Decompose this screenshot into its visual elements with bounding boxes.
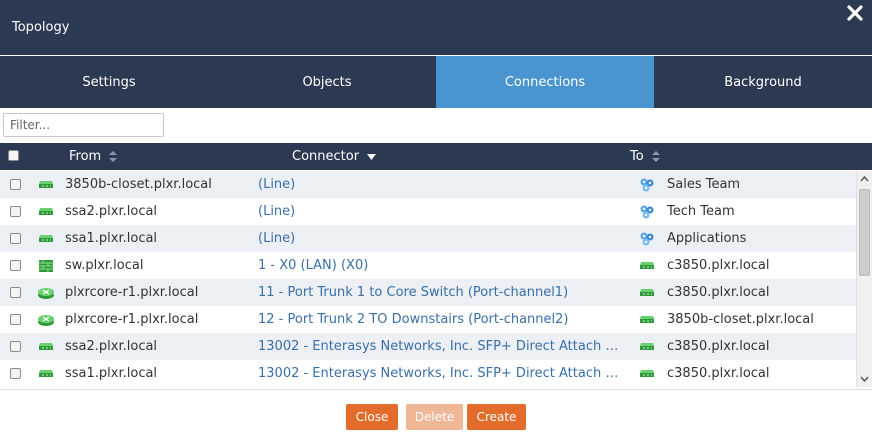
- column-header-from[interactable]: From: [69, 149, 118, 164]
- from-device: plxrcore-r1.plxr.local: [65, 312, 199, 327]
- connector-link[interactable]: 13002 - Enterasys Networks, Inc. SFP+ Di…: [258, 366, 626, 381]
- column-header-connector[interactable]: Connector: [292, 149, 377, 164]
- switch-icon: [37, 339, 55, 355]
- sort-icon: [109, 151, 118, 162]
- table-row[interactable]: ssa2.plxr.local 13002 - Enterasys Network…: [0, 333, 856, 360]
- row-checkbox[interactable]: [10, 287, 21, 298]
- table-row[interactable]: ssa1.plxr.local (Line) Applications: [0, 225, 856, 252]
- switch-icon: [37, 231, 55, 247]
- group-icon: [638, 177, 656, 193]
- footer-divider: [0, 389, 872, 390]
- table-row[interactable]: plxrcore-r1.plxr.local 12 - Port Trunk 2 …: [0, 306, 856, 333]
- from-device: ssa1.plxr.local: [65, 366, 158, 381]
- table-header: From Connector To: [0, 143, 872, 170]
- connector-link[interactable]: 13002 - Enterasys Networks, Inc. SFP+ Di…: [258, 339, 626, 354]
- switch-icon: [37, 366, 55, 382]
- column-label: From: [69, 149, 102, 164]
- to-device: c3850.plxr.local: [667, 258, 770, 273]
- scrollbar-thumb[interactable]: [859, 189, 870, 276]
- tab-settings[interactable]: Settings: [0, 56, 218, 108]
- filter-input[interactable]: [3, 113, 164, 137]
- delete-button[interactable]: Delete: [406, 404, 463, 430]
- scrollbar[interactable]: [856, 171, 872, 387]
- switch-icon: [37, 204, 55, 220]
- switch-icon: [37, 177, 55, 193]
- close-icon[interactable]: [844, 2, 866, 24]
- to-device: Applications: [667, 231, 747, 246]
- switch-icon: [638, 312, 656, 328]
- scroll-up-icon[interactable]: [860, 175, 869, 184]
- tab-label: Connections: [504, 74, 586, 90]
- to-device: c3850.plxr.local: [667, 285, 770, 300]
- to-device: 3850b-closet.plxr.local: [667, 312, 814, 327]
- column-label: To: [630, 149, 644, 164]
- from-device: ssa2.plxr.local: [65, 204, 158, 219]
- close-button[interactable]: Close: [346, 404, 398, 430]
- to-device: Tech Team: [667, 204, 735, 219]
- title-bar: Topology: [0, 0, 872, 55]
- to-device: Sales Team: [667, 177, 741, 192]
- table-row[interactable]: ssa1.plxr.local 13002 - Enterasys Network…: [0, 360, 856, 387]
- from-device: sw.plxr.local: [65, 258, 144, 273]
- switch-icon: [638, 339, 656, 355]
- sort-icon: [651, 151, 660, 162]
- scroll-down-icon[interactable]: [860, 374, 869, 383]
- to-device: c3850.plxr.local: [667, 339, 770, 354]
- router-icon: [37, 312, 55, 328]
- row-checkbox[interactable]: [10, 368, 21, 379]
- connector-link[interactable]: (Line): [258, 177, 626, 192]
- tab-background[interactable]: Background: [654, 56, 872, 108]
- tab-connections[interactable]: Connections: [436, 56, 654, 108]
- router-icon: [37, 285, 55, 301]
- create-button[interactable]: Create: [467, 404, 526, 430]
- from-device: ssa1.plxr.local: [65, 231, 158, 246]
- from-device: ssa2.plxr.local: [65, 339, 158, 354]
- connector-link[interactable]: 12 - Port Trunk 2 TO Downstairs (Port-ch…: [258, 312, 626, 327]
- switch-icon: [638, 366, 656, 382]
- connections-list: 3850b-closet.plxr.local (Line) Sales Team s…: [0, 171, 856, 387]
- column-label: Connector: [292, 149, 360, 164]
- row-checkbox[interactable]: [10, 314, 21, 325]
- table-row[interactable]: ssa2.plxr.local (Line) Tech Team: [0, 198, 856, 225]
- tab-label: Objects: [302, 74, 352, 90]
- row-checkbox[interactable]: [10, 206, 21, 217]
- sort-desc-icon: [367, 153, 377, 160]
- switch-icon: [638, 285, 656, 301]
- firewall-icon: [37, 258, 55, 274]
- column-header-to[interactable]: To: [630, 149, 660, 164]
- group-icon: [638, 204, 656, 220]
- to-device: c3850.plxr.local: [667, 366, 770, 381]
- from-device: plxrcore-r1.plxr.local: [65, 285, 199, 300]
- table-row[interactable]: sw.plxr.local 1 - X0 (LAN) (X0) c3850.plxr…: [0, 252, 856, 279]
- from-device: 3850b-closet.plxr.local: [65, 177, 212, 192]
- connector-link[interactable]: (Line): [258, 204, 626, 219]
- tab-label: Background: [724, 74, 802, 90]
- tab-bar: Settings Objects Connections Background: [0, 56, 872, 108]
- group-icon: [638, 231, 656, 247]
- table-row[interactable]: plxrcore-r1.plxr.local 11 - Port Trunk 1 …: [0, 279, 856, 306]
- switch-icon: [638, 258, 656, 274]
- row-checkbox[interactable]: [10, 233, 21, 244]
- connector-link[interactable]: 1 - X0 (LAN) (X0): [258, 258, 626, 273]
- connector-link[interactable]: 11 - Port Trunk 1 to Core Switch (Port-c…: [258, 285, 626, 300]
- select-all-checkbox[interactable]: [8, 150, 19, 161]
- tab-label: Settings: [82, 74, 136, 90]
- row-checkbox[interactable]: [10, 179, 21, 190]
- table-row[interactable]: 3850b-closet.plxr.local (Line) Sales Team: [0, 171, 856, 198]
- connector-link[interactable]: (Line): [258, 231, 626, 246]
- window-title: Topology: [12, 20, 70, 35]
- tab-objects[interactable]: Objects: [218, 56, 436, 108]
- row-checkbox[interactable]: [10, 341, 21, 352]
- row-checkbox[interactable]: [10, 260, 21, 271]
